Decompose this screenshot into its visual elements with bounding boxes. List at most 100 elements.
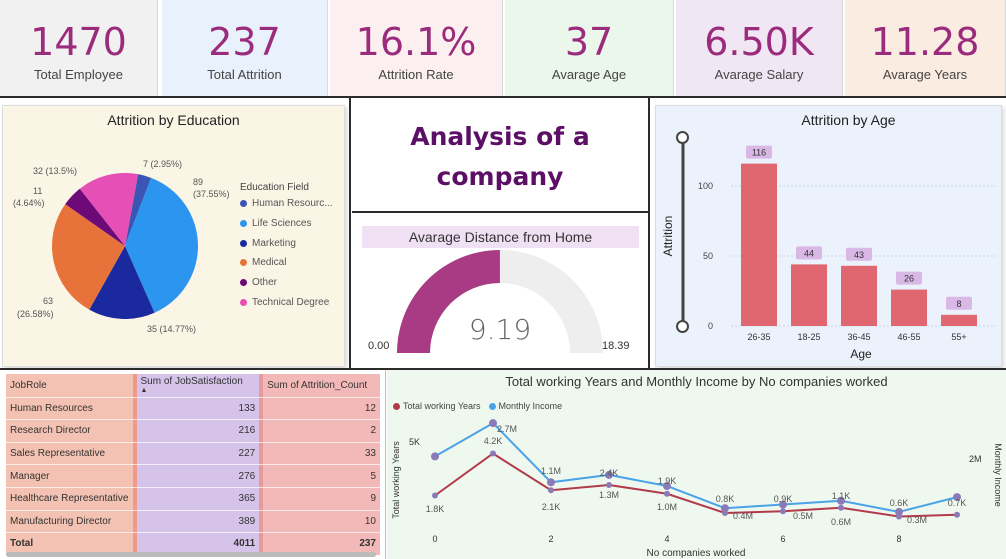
pie-label-life-sciences: 89 bbox=[193, 177, 204, 187]
header-jobsatisfaction[interactable]: Sum of JobSatisfaction ▲ bbox=[136, 374, 260, 397]
job-table-body: Human Resources 133 12 Research Director 216… bbox=[6, 396, 380, 555]
pie-label-medical: 63 bbox=[43, 296, 54, 306]
x-axis-label: No companies worked bbox=[647, 548, 746, 559]
table-cell: 276 bbox=[136, 464, 260, 487]
table-cell: Manager bbox=[6, 464, 133, 487]
kpi-label: Avarage Salary bbox=[714, 67, 804, 82]
x-tick-label: 36-45 bbox=[847, 332, 870, 342]
kpi-value: 11.28 bbox=[870, 20, 980, 64]
x-tick-label: 8 bbox=[896, 534, 901, 544]
legend-item[interactable]: Human Resourc... bbox=[240, 198, 333, 209]
table-cell: 5 bbox=[263, 464, 380, 487]
x-tick-label: 18-25 bbox=[797, 332, 820, 342]
data-label: 0.7K bbox=[948, 498, 967, 508]
table-row[interactable]: Healthcare Representative 365 9 bbox=[6, 486, 380, 510]
legend-item[interactable]: Medical bbox=[240, 257, 286, 268]
legend-item[interactable]: Technical Degree bbox=[240, 297, 329, 308]
y-tick-label-right: 2M bbox=[969, 454, 982, 464]
working-years-income-line-chart: Total working Years Monthly Income 5K 2M 0 2 4… bbox=[391, 419, 1003, 559]
age-bar[interactable] bbox=[841, 265, 877, 326]
pie-label-marketing: 35 (14.77%) bbox=[147, 324, 197, 334]
data-point[interactable] bbox=[780, 508, 786, 515]
pie-label-human-resources: 7 (2.95%) bbox=[143, 159, 183, 169]
kpi-card: 11.28 Avarage Years bbox=[845, 0, 1006, 96]
pie-label-other-pct: (4.64%) bbox=[13, 198, 45, 208]
data-label: 1.3M bbox=[599, 490, 619, 500]
data-label: 1.1M bbox=[541, 466, 561, 476]
kpi-label: Avarage Years bbox=[882, 67, 968, 82]
data-label: 1.0M bbox=[657, 502, 677, 512]
data-point[interactable] bbox=[547, 478, 555, 487]
table-row[interactable]: Manufacturing Director 389 10 bbox=[6, 509, 380, 533]
data-point[interactable] bbox=[489, 419, 497, 428]
dashboard-title-line2: company bbox=[436, 162, 564, 191]
legend-item[interactable]: Other bbox=[240, 277, 277, 288]
y-axis-label-right: Monthly Income bbox=[993, 443, 1003, 507]
data-point[interactable] bbox=[606, 482, 612, 488]
table-cell: 12 bbox=[263, 396, 380, 420]
x-tick-label: 26-35 bbox=[747, 332, 770, 342]
data-point[interactable] bbox=[838, 504, 844, 511]
table-cell: 389 bbox=[136, 509, 260, 533]
x-axis-label: Age bbox=[850, 347, 872, 361]
data-point[interactable] bbox=[664, 490, 670, 497]
legend-dot bbox=[240, 200, 247, 207]
x-tick-label: 6 bbox=[780, 534, 785, 544]
age-slider-handle-bottom[interactable] bbox=[676, 320, 689, 333]
legend-item[interactable]: Life Sciences bbox=[240, 218, 311, 229]
gauge-max-label: 18.39 bbox=[602, 340, 630, 352]
title-panel: Analysis of a company bbox=[352, 100, 648, 213]
data-label: 2.1K bbox=[542, 502, 561, 512]
data-point[interactable] bbox=[431, 452, 439, 461]
legend-dot bbox=[240, 299, 247, 306]
data-label: 4.2K bbox=[484, 436, 503, 446]
header-attrition-count[interactable]: Sum of Attrition_Count bbox=[263, 374, 380, 397]
data-point[interactable] bbox=[954, 511, 960, 518]
age-bar[interactable] bbox=[741, 163, 777, 326]
data-point[interactable] bbox=[490, 450, 496, 457]
kpi-card: 37 Avarage Age bbox=[505, 0, 674, 96]
y-axis-label-left: Total working Years bbox=[391, 441, 401, 519]
table-cell: 2 bbox=[263, 419, 380, 442]
data-point[interactable] bbox=[432, 492, 438, 499]
education-panel: Attrition by Education 7 (2.95%) 89 (37.… bbox=[2, 105, 345, 367]
table-row[interactable]: Human Resources 133 12 bbox=[6, 396, 380, 420]
age-panel: Attrition by Age 0 50 100 Attrition 116 26-35… bbox=[655, 105, 1002, 367]
dashboard-title-line1: Analysis of a bbox=[410, 122, 590, 151]
data-point[interactable] bbox=[548, 487, 554, 494]
legend-item[interactable]: Marketing bbox=[240, 238, 296, 249]
data-point[interactable] bbox=[722, 510, 728, 516]
table-row[interactable]: Manager 276 5 bbox=[6, 464, 380, 487]
age-slider-handle-top[interactable] bbox=[676, 131, 689, 144]
kpi-value: 237 bbox=[208, 20, 281, 64]
line-chart-panel: Total working Years and Monthly Income b… bbox=[387, 370, 1006, 559]
y-tick-label: 0 bbox=[708, 321, 713, 331]
age-bar[interactable] bbox=[891, 289, 927, 326]
table-row[interactable]: Sales Representative 227 33 bbox=[6, 441, 380, 465]
pie-label-medical-pct: (26.58%) bbox=[17, 309, 54, 319]
y-axis-label: Attrition bbox=[661, 216, 675, 257]
y-tick-label-left: 5K bbox=[409, 437, 420, 447]
table-cell: 365 bbox=[136, 486, 260, 510]
legend-dot bbox=[240, 279, 247, 287]
age-bar[interactable] bbox=[941, 314, 977, 326]
legend-title-text: Education Field bbox=[240, 182, 309, 193]
data-point[interactable] bbox=[896, 513, 902, 520]
header-jobrole[interactable]: JobRole bbox=[6, 374, 133, 397]
legend-label: Medical bbox=[252, 257, 287, 269]
legend-title: Education Field bbox=[240, 182, 309, 193]
data-label: 2.4K bbox=[600, 468, 619, 478]
table-scrollbar[interactable] bbox=[6, 552, 376, 557]
data-label: 44 bbox=[804, 248, 814, 258]
kpi-card: 237 Total Attrition bbox=[162, 0, 328, 96]
data-label: 8 bbox=[956, 299, 961, 309]
y-tick-label: 50 bbox=[703, 251, 713, 261]
table-row[interactable]: Research Director 216 2 bbox=[6, 419, 380, 442]
pie-label-other: 11 bbox=[33, 186, 43, 196]
gauge-value: 9.19 bbox=[468, 313, 532, 346]
table-cell: Sales Representative bbox=[6, 441, 133, 465]
data-label: 116 bbox=[752, 148, 766, 158]
age-bar[interactable] bbox=[791, 264, 827, 326]
data-label: 0.3M bbox=[907, 515, 927, 525]
kpi-label: Total Attrition bbox=[207, 67, 282, 82]
